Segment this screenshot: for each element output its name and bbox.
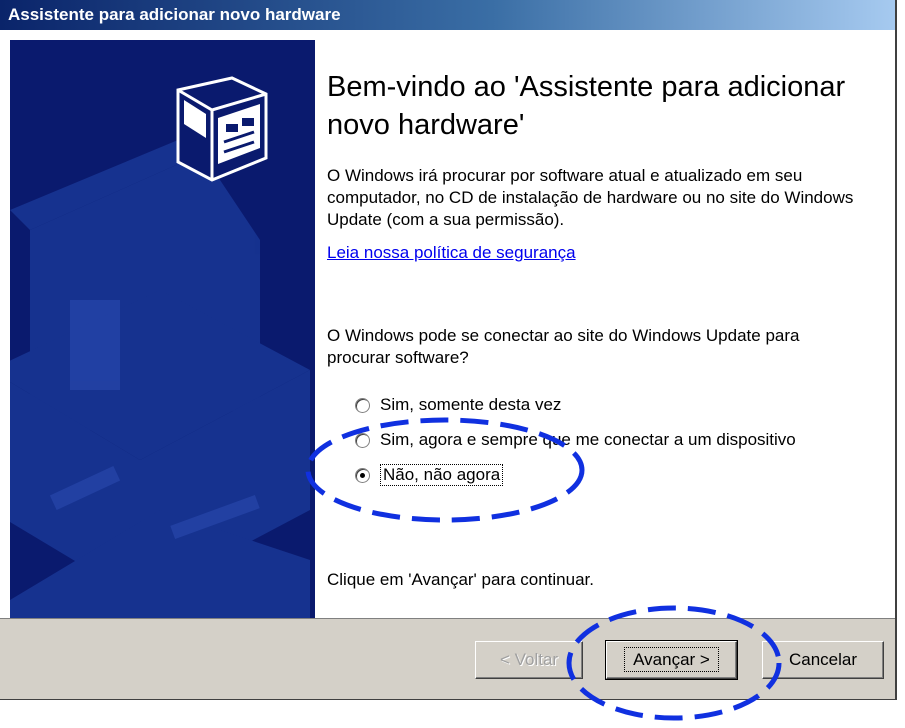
page-title: Bem-vindo ao 'Assistente para adicionar … bbox=[327, 71, 846, 141]
title-bar: Assistente para adicionar novo hardware bbox=[0, 0, 895, 30]
button-bar: < Voltar Avançar > Cancelar bbox=[0, 618, 895, 699]
wizard-side-banner bbox=[10, 40, 315, 618]
next-button-label: Avançar > bbox=[624, 647, 719, 672]
question-text: O Windows pode se conectar ao site do Wi… bbox=[327, 326, 800, 367]
next-button[interactable]: Avançar > bbox=[605, 640, 738, 680]
radio-button-selected[interactable] bbox=[355, 467, 370, 483]
radio-option-yes-always[interactable]: Sim, agora e sempre que me conectar a um… bbox=[355, 428, 796, 452]
radio-label: Sim, agora e sempre que me conectar a um… bbox=[380, 430, 796, 449]
radio-option-no[interactable]: Não, não agora bbox=[355, 463, 504, 487]
radio-button[interactable] bbox=[355, 432, 370, 448]
wizard-content: Bem-vindo ao 'Assistente para adicionar … bbox=[327, 40, 887, 618]
continue-hint: Clique em 'Avançar' para continuar. bbox=[327, 570, 594, 589]
back-button[interactable]: < Voltar bbox=[475, 641, 583, 679]
radio-button[interactable] bbox=[355, 397, 370, 413]
radio-label: Sim, somente desta vez bbox=[380, 395, 562, 414]
hardware-card-icon bbox=[10, 40, 315, 618]
radio-option-yes-once[interactable]: Sim, somente desta vez bbox=[355, 393, 561, 417]
intro-text: O Windows irá procurar por software atua… bbox=[327, 166, 854, 229]
radio-label: Não, não agora bbox=[380, 464, 504, 486]
privacy-link[interactable]: Leia nossa política de segurança bbox=[327, 243, 576, 263]
cancel-button[interactable]: Cancelar bbox=[762, 641, 884, 679]
wizard-window: Assistente para adicionar novo hardware bbox=[0, 0, 897, 700]
